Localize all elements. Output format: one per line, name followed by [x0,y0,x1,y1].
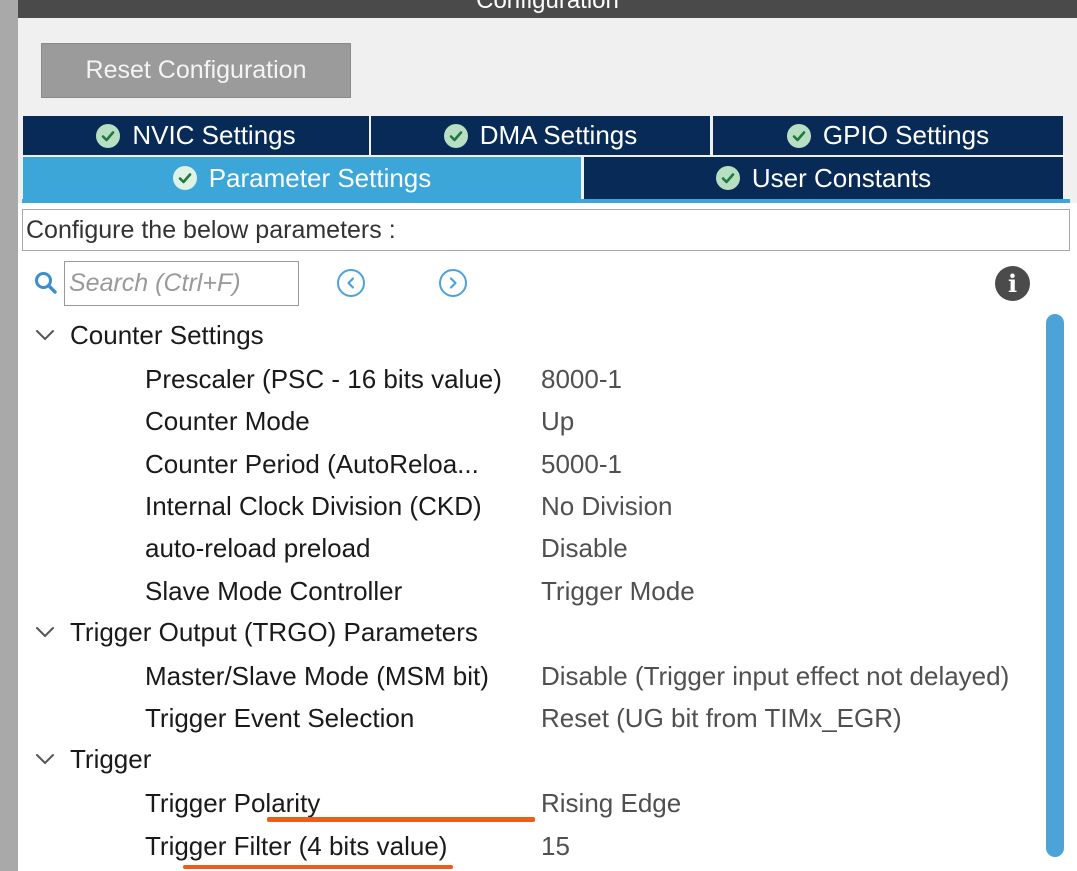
param-row-trigger-event-selection[interactable]: Trigger Event Selection Reset (UG bit fr… [0,697,1040,737]
check-circle-icon [172,166,197,190]
param-name: Trigger Filter (4 bits value) [145,831,448,861]
param-name: Trigger Polarity [145,788,321,818]
param-row-counter-mode[interactable]: Counter Mode Up [0,400,1040,440]
param-name: Prescaler (PSC - 16 bits value) [145,364,502,394]
vertical-scrollbar-thumb[interactable] [1046,314,1064,857]
info-icon[interactable]: i [995,266,1030,301]
param-row-clock-division[interactable]: Internal Clock Division (CKD) No Divisio… [0,485,1040,525]
param-value[interactable]: 8000-1 [541,364,622,395]
next-result-button[interactable] [439,269,467,297]
tab-parameter-settings[interactable]: Parameter Settings [23,157,581,199]
param-value[interactable]: 5000-1 [541,449,622,480]
param-value[interactable]: 15 [541,831,570,862]
check-circle-icon [96,123,121,148]
param-name: Trigger Event Selection [145,703,415,733]
reset-configuration-button[interactable]: Reset Configuration [41,43,351,98]
previous-result-button[interactable] [337,269,365,297]
tab-label: Parameter Settings [208,162,432,193]
annotation-underline-filter [183,865,453,869]
group-label: Counter Settings [70,319,264,350]
param-row-trigger-filter[interactable]: Trigger Filter (4 bits value) 15 [0,825,1040,865]
check-circle-icon [443,123,468,148]
tab-label: DMA Settings [479,120,638,150]
title-bar: Configuration [18,0,1077,18]
param-row-auto-reload-preload[interactable]: auto-reload preload Disable [0,527,1040,567]
search-input[interactable] [69,269,298,298]
tab-label: GPIO Settings [822,120,990,150]
tab-label: NVIC Settings [132,120,296,150]
param-row-prescaler[interactable]: Prescaler (PSC - 16 bits value) 8000-1 [0,358,1040,398]
param-name: Counter Mode [145,406,310,436]
chevron-down-icon [36,330,54,340]
param-value[interactable]: Up [541,406,574,437]
param-value[interactable]: No Division [541,491,673,522]
param-value[interactable]: Disable (Trigger input effect not delaye… [541,661,1009,692]
chevron-down-icon [36,754,54,764]
param-row-counter-period[interactable]: Counter Period (AutoReloa... 5000-1 [0,443,1040,483]
param-name: Internal Clock Division (CKD) [145,491,482,521]
group-trigger[interactable]: Trigger [34,740,151,778]
group-label: Trigger Output (TRGO) Parameters [70,616,478,647]
window-title: Configuration [476,0,619,14]
annotation-underline-polarity [267,817,535,822]
configuration-window: Configuration Reset Configuration NVIC S… [0,0,1077,871]
param-value[interactable]: Reset (UG bit from TIMx_EGR) [541,703,902,734]
param-value[interactable]: Disable [541,533,628,564]
check-circle-icon [786,123,811,148]
group-label: Trigger [70,743,152,774]
param-name: Counter Period (AutoReloa... [145,449,479,479]
search-icon[interactable] [33,270,59,296]
check-circle-icon [715,166,740,190]
tab-nvic-settings[interactable]: NVIC Settings [23,116,369,155]
chevron-down-icon [36,627,54,637]
search-field[interactable] [64,261,299,306]
param-value[interactable]: Rising Edge [541,788,681,819]
param-value[interactable]: Trigger Mode [541,576,695,607]
parameters-description: Configure the below parameters : [22,209,1070,251]
param-name: Slave Mode Controller [145,576,403,606]
tab-user-constants[interactable]: User Constants [584,157,1063,199]
param-row-trigger-polarity[interactable]: Trigger Polarity Rising Edge [0,782,1040,822]
tab-gpio-settings[interactable]: GPIO Settings [713,116,1063,155]
chevron-right-icon [449,277,457,289]
param-name: Master/Slave Mode (MSM bit) [145,661,489,691]
tab-label: User Constants [751,162,932,193]
param-name: auto-reload preload [145,533,371,563]
param-row-slave-mode-controller[interactable]: Slave Mode Controller Trigger Mode [0,570,1040,610]
chevron-left-icon [347,277,355,289]
param-row-master-slave-mode[interactable]: Master/Slave Mode (MSM bit) Disable (Tri… [0,655,1040,695]
tab-dma-settings[interactable]: DMA Settings [371,116,710,155]
group-counter-settings[interactable]: Counter Settings [34,316,264,354]
group-trigger-output[interactable]: Trigger Output (TRGO) Parameters [34,613,478,651]
